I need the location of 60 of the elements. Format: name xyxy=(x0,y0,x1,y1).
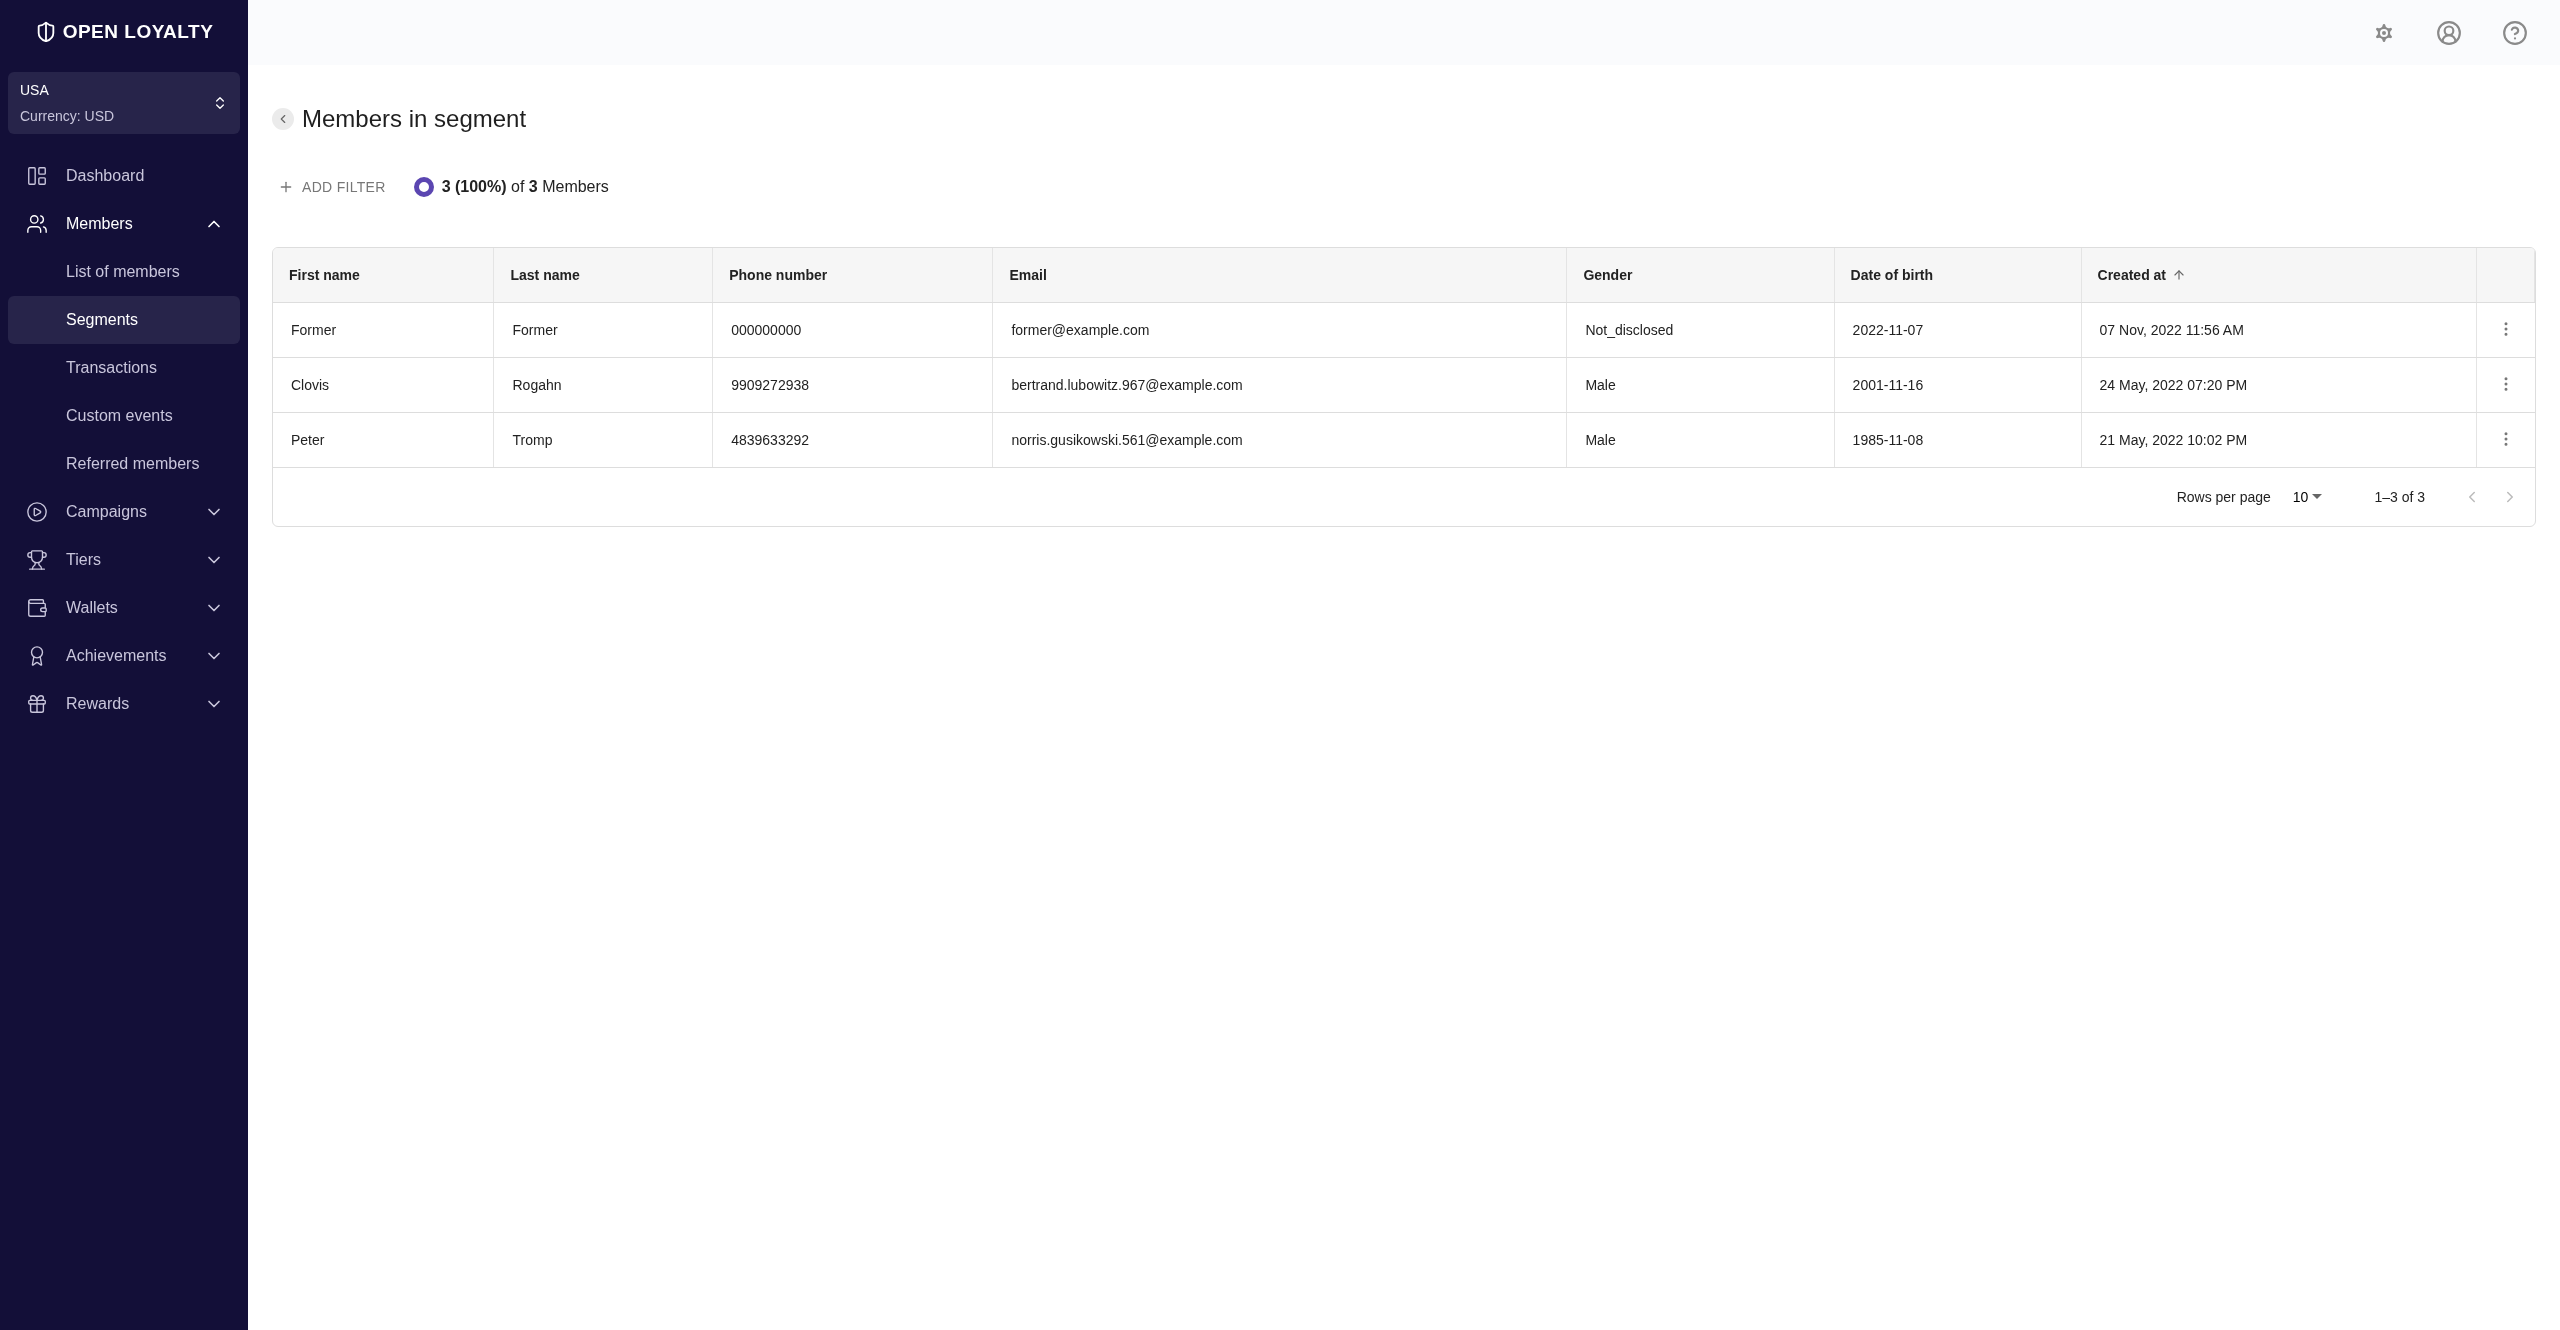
sidebar-subitem[interactable]: Segments xyxy=(8,296,240,344)
page-title: Members in segment xyxy=(302,105,527,133)
brand-name: OPEN LOYALTY xyxy=(62,21,214,43)
table-cell: Former xyxy=(494,302,713,358)
nav-icon xyxy=(26,501,48,523)
sidebar-item[interactable]: Dashboard xyxy=(8,152,240,200)
sidebar-subitem[interactable]: Transactions xyxy=(8,344,240,392)
table-cell: Former xyxy=(273,302,494,358)
user-icon[interactable] xyxy=(2436,19,2462,46)
column-header[interactable]: Phone number xyxy=(712,248,993,303)
column-header[interactable]: Email xyxy=(992,248,1567,303)
sidebar-item[interactable]: Members xyxy=(8,200,240,248)
column-header[interactable]: Date of birth xyxy=(1834,248,2082,303)
column-header[interactable]: Created at xyxy=(2081,248,2476,303)
add-filter-button[interactable]: ADD FILTER xyxy=(272,175,392,199)
sidebar-item[interactable]: Tiers xyxy=(8,536,240,584)
table-cell: 1985-11-08 xyxy=(1834,412,2082,468)
table-cell: former@example.com xyxy=(992,302,1567,358)
table-cell: 2001-11-16 xyxy=(1834,357,2082,413)
table-cell: Clovis xyxy=(273,357,494,413)
column-header[interactable]: Gender xyxy=(1566,248,1835,303)
column-header[interactable]: Last name xyxy=(494,248,713,303)
table-cell: 000000000 xyxy=(712,302,993,358)
rows-per-page-select[interactable]: 10 xyxy=(2286,488,2329,506)
nav-icon xyxy=(26,549,48,571)
back-button[interactable] xyxy=(272,108,294,130)
table-cell: Tromp xyxy=(494,412,713,468)
table-cell: 4839633292 xyxy=(712,412,993,468)
table-cell: bertrand.lubowitz.967@example.com xyxy=(992,357,1567,413)
plus-icon xyxy=(278,179,294,195)
table-cell: 07 Nov, 2022 11:56 AM xyxy=(2081,302,2476,358)
help-icon[interactable] xyxy=(2502,19,2528,46)
nav-icon xyxy=(26,597,48,619)
column-header[interactable]: First name xyxy=(273,248,494,303)
nav-icon xyxy=(26,165,48,187)
member-count: 3 (100%) of 3 Members xyxy=(441,178,609,196)
table-cell: 2022-11-07 xyxy=(1834,302,2082,358)
table-cell: Rogahn xyxy=(494,357,713,413)
caret-icon xyxy=(2312,494,2323,500)
table-cell: 21 May, 2022 10:02 PM xyxy=(2081,412,2476,468)
rows-per-page-label: Rows per page xyxy=(2176,489,2271,505)
ring-icon xyxy=(413,177,434,197)
table-cell: Male xyxy=(1566,412,1835,468)
table-cell: Not_disclosed xyxy=(1566,302,1835,358)
table-cell: Peter xyxy=(273,412,494,468)
table-cell: Male xyxy=(1566,357,1835,413)
sidebar-item[interactable]: Achievements xyxy=(8,632,240,680)
sidebar-subitem[interactable]: Custom events xyxy=(8,392,240,440)
table-cell: 24 May, 2022 07:20 PM xyxy=(2081,357,2476,413)
table-cell: norris.gusikowski.561@example.com xyxy=(992,412,1567,468)
sidebar-item[interactable]: Campaigns xyxy=(8,488,240,536)
page-range: 1–3 of 3 xyxy=(2374,489,2425,505)
store-selector[interactable]: USA Currency: USD xyxy=(8,72,240,134)
table-cell: 9909272938 xyxy=(712,357,993,413)
sidebar-subitem[interactable]: List of members xyxy=(8,248,240,296)
sidebar-item[interactable]: Wallets xyxy=(8,584,240,632)
sidebar-item[interactable]: Rewards xyxy=(8,680,240,728)
sidebar-subitem[interactable]: Referred members xyxy=(8,440,240,488)
nav-icon xyxy=(26,213,48,235)
nav-icon xyxy=(26,693,48,715)
